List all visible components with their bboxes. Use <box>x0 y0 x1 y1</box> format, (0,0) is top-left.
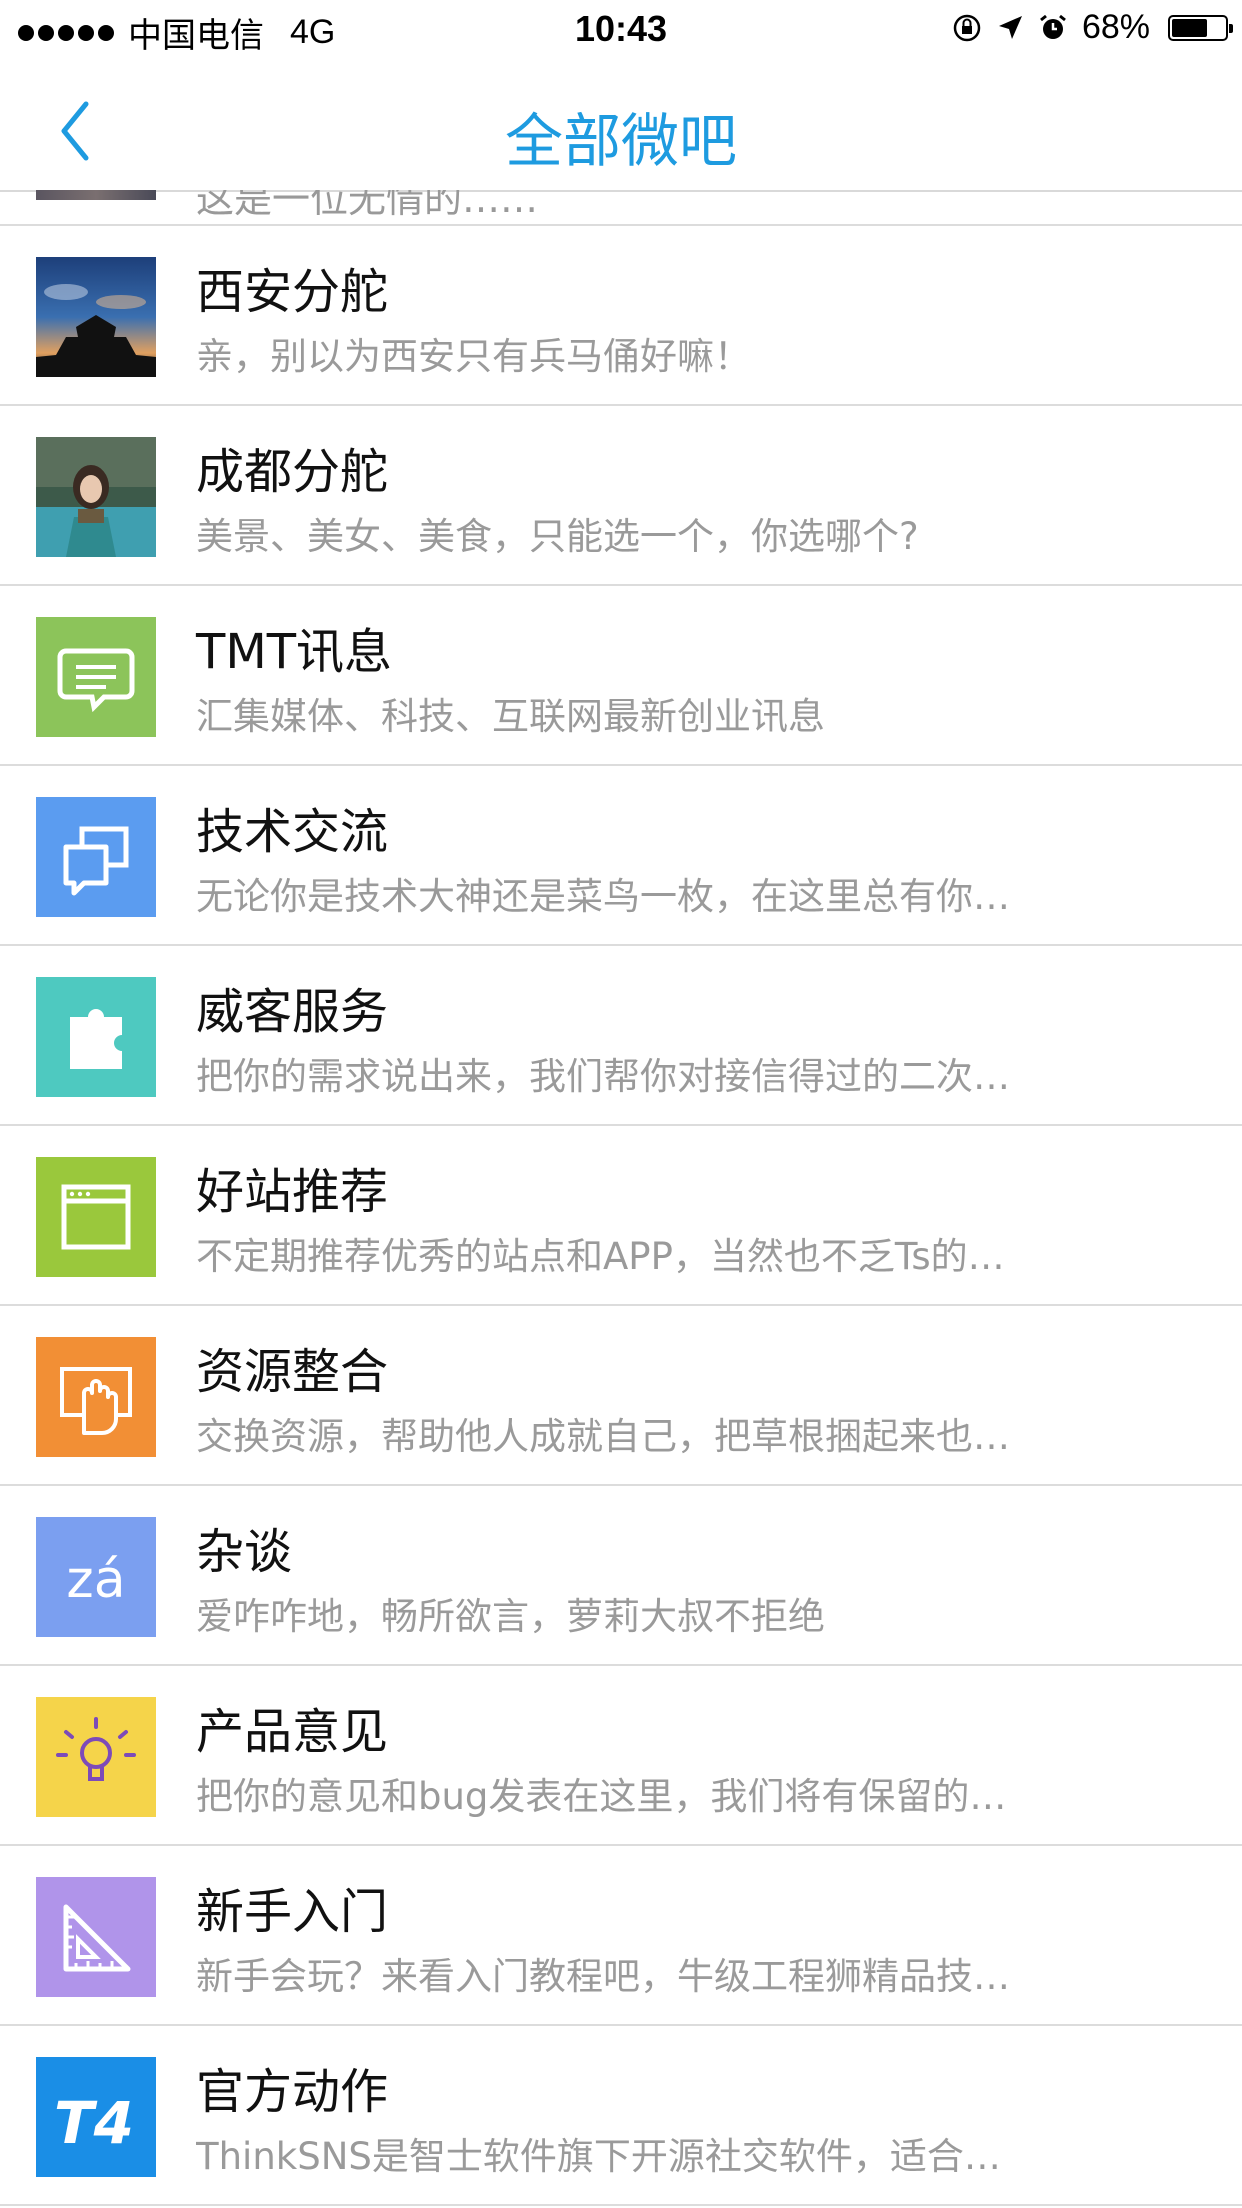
status-right: 68% <box>952 8 1233 47</box>
list-item[interactable]: 威客服务 把你的需求说出来，我们帮你对接信得过的二次… <box>0 946 1242 1126</box>
list-item-desc: 把你的意见和bug发表在这里，我们将有保留的… <box>196 1775 1007 1818</box>
list-item-desc: 把你的需求说出来，我们帮你对接信得过的二次… <box>196 1055 1010 1098</box>
navigation-bar: 全部微吧 <box>0 64 1242 192</box>
list-item[interactable]: 资源整合 交换资源，帮助他人成就自己，把草根捆起来也… <box>0 1306 1242 1486</box>
list-item-desc: 无论你是技术大神还是菜鸟一枚，在这里总有你… <box>196 875 1010 918</box>
battery-percent: 68% <box>1081 8 1150 46</box>
list-item-title: 杂谈 <box>196 1524 293 1580</box>
list-item[interactable]: T4 官方动作 ThinkSNS是智士软件旗下开源社交软件，适合… <box>0 2026 1242 2206</box>
list-item-title: 威客服务 <box>196 984 389 1040</box>
battery-icon <box>1168 14 1233 41</box>
list-item[interactable]: zá 杂谈 爱咋咋地，畅所欲言，萝莉大叔不拒绝 <box>0 1486 1242 1666</box>
list-item-desc: 汇集媒体、科技、互联网最新创业讯息 <box>196 695 825 738</box>
list-item[interactable]: 产品意见 把你的意见和bug发表在这里，我们将有保留的… <box>0 1666 1242 1846</box>
list-item-desc: 亲，别以为西安只有兵马俑好嘛！ <box>196 335 751 378</box>
list-item-title: 成都分舵 <box>196 444 389 500</box>
list-item-title: 西安分舵 <box>196 264 389 320</box>
partial-thumbnail <box>36 190 156 200</box>
orientation-lock-icon <box>953 14 981 41</box>
list-item[interactable]: 新手入门 新手会玩？来看入门教程吧，牛级工程狮精品技… <box>0 1846 1242 2026</box>
puzzle-icon <box>36 977 156 1097</box>
status-bar: 中国电信 4G 10:43 68% <box>0 0 1242 64</box>
svg-text:zá: zá <box>66 1550 125 1610</box>
page-title: 全部微吧 <box>504 107 737 175</box>
list-item-title: 产品意见 <box>196 1704 389 1760</box>
list-item-title: 技术交流 <box>196 804 389 860</box>
partial-desc: 这是一位无情的…… <box>196 190 539 221</box>
list-item[interactable]: 好站推荐 不定期推荐优秀的站点和APP，当然也不乏Ts的… <box>0 1126 1242 1306</box>
list-item-title: 新手入门 <box>196 1884 389 1940</box>
forum-list: 这是一位无情的…… 西安分舵 亲，别以为西安只有兵马俑好嘛！ 成都分舵 美景、美… <box>0 190 1242 2206</box>
list-item-title: 官方动作 <box>196 2064 389 2120</box>
list-item-desc: 爱咋咋地，畅所欲言，萝莉大叔不拒绝 <box>196 1595 825 1638</box>
list-item[interactable]: 西安分舵 亲，别以为西安只有兵马俑好嘛！ <box>0 226 1242 406</box>
hand-icon <box>36 1337 156 1457</box>
list-item-title: TMT讯息 <box>196 624 393 680</box>
list-item-desc: 新手会玩？来看入门教程吧，牛级工程狮精品技… <box>196 1955 1010 1998</box>
browser-icon <box>36 1157 156 1277</box>
ruler-icon <box>36 1877 156 1997</box>
xian-photo <box>36 257 156 377</box>
t4-logo-icon: T4 <box>36 2057 156 2177</box>
list-item-title: 资源整合 <box>196 1344 389 1400</box>
list-item[interactable]: 技术交流 无论你是技术大神还是菜鸟一枚，在这里总有你… <box>0 766 1242 946</box>
message-icon <box>36 617 156 737</box>
list-item[interactable]: TMT讯息 汇集媒体、科技、互联网最新创业讯息 <box>0 586 1242 766</box>
list-item-desc: 不定期推荐优秀的站点和APP，当然也不乏Ts的… <box>196 1235 1005 1278</box>
alarm-icon <box>1040 14 1066 39</box>
list-item-title: 好站推荐 <box>196 1164 389 1220</box>
list-item-partial[interactable]: 这是一位无情的…… <box>0 190 1242 226</box>
svg-text:T4: T4 <box>54 2089 134 2157</box>
chengdu-photo <box>36 437 156 557</box>
location-arrow-icon <box>998 15 1022 39</box>
list-item[interactable]: 成都分舵 美景、美女、美食，只能选一个，你选哪个? <box>0 406 1242 586</box>
list-item-desc: ThinkSNS是智士软件旗下开源社交软件，适合… <box>196 2135 1001 2178</box>
list-item-desc: 美景、美女、美食，只能选一个，你选哪个? <box>196 515 919 558</box>
chat-bubbles-icon <box>36 797 156 917</box>
list-item-desc: 交换资源，帮助他人成就自己，把草根捆起来也… <box>196 1415 1010 1458</box>
lightbulb-icon <box>36 1697 156 1817</box>
za-icon: zá <box>36 1517 156 1637</box>
